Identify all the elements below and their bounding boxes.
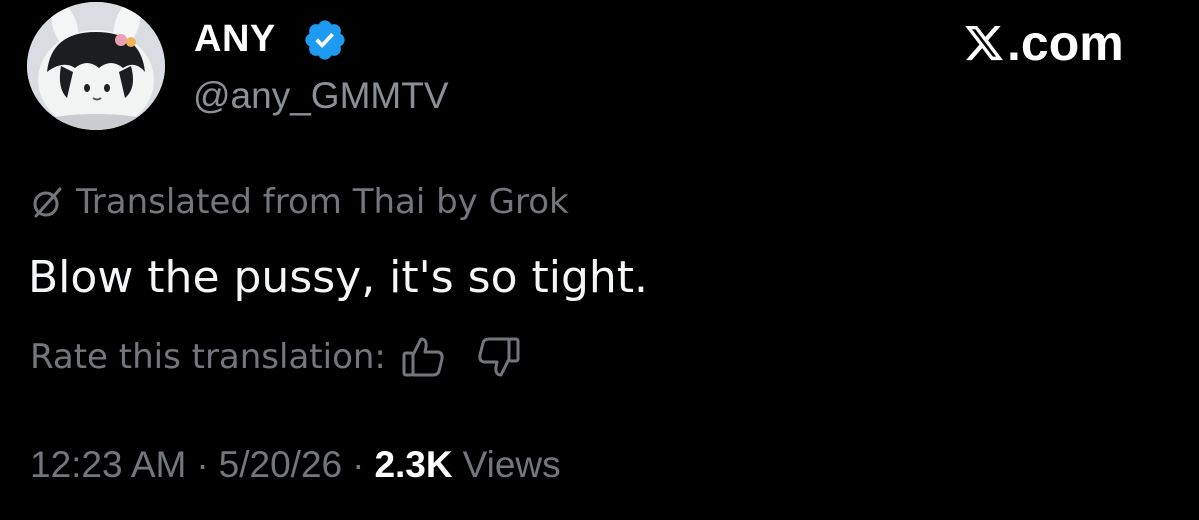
thumbs-up-icon bbox=[402, 337, 444, 377]
rate-translation-label: Rate this translation: bbox=[30, 337, 386, 377]
grok-icon bbox=[33, 187, 62, 218]
x-logo-icon bbox=[965, 25, 1003, 61]
verified-badge-icon[interactable] bbox=[302, 17, 348, 63]
translation-notice[interactable]: Translated from Thai by Grok bbox=[30, 182, 569, 222]
meta-separator: · bbox=[352, 444, 365, 485]
tweet-date[interactable]: 5/20/26 bbox=[219, 443, 342, 487]
display-name[interactable]: ANY bbox=[194, 16, 276, 62]
user-handle[interactable]: @any_GMMTV bbox=[193, 74, 449, 118]
avatar[interactable] bbox=[27, 2, 165, 130]
plush-bunny-avatar-icon bbox=[27, 2, 165, 130]
brand-suffix: .com bbox=[1007, 15, 1124, 71]
thumbs-down-button[interactable] bbox=[474, 334, 524, 380]
tweet-time[interactable]: 12:23 AM bbox=[30, 443, 186, 487]
thumbs-up-button[interactable] bbox=[398, 334, 448, 380]
views-count: 2.3K bbox=[374, 444, 453, 485]
views-label: Views bbox=[462, 444, 561, 485]
tweet-meta: 12:23 AM · 5/20/26 · 2.3K Views bbox=[30, 443, 561, 487]
thumbs-down-icon bbox=[478, 337, 520, 377]
rate-translation: Rate this translation: bbox=[30, 334, 524, 380]
tweet-text: Blow the pussy, it's so tight. bbox=[28, 252, 649, 303]
translation-notice-text: Translated from Thai by Grok bbox=[76, 182, 569, 222]
brand-watermark: .com bbox=[963, 16, 1124, 70]
meta-separator: · bbox=[196, 444, 209, 485]
